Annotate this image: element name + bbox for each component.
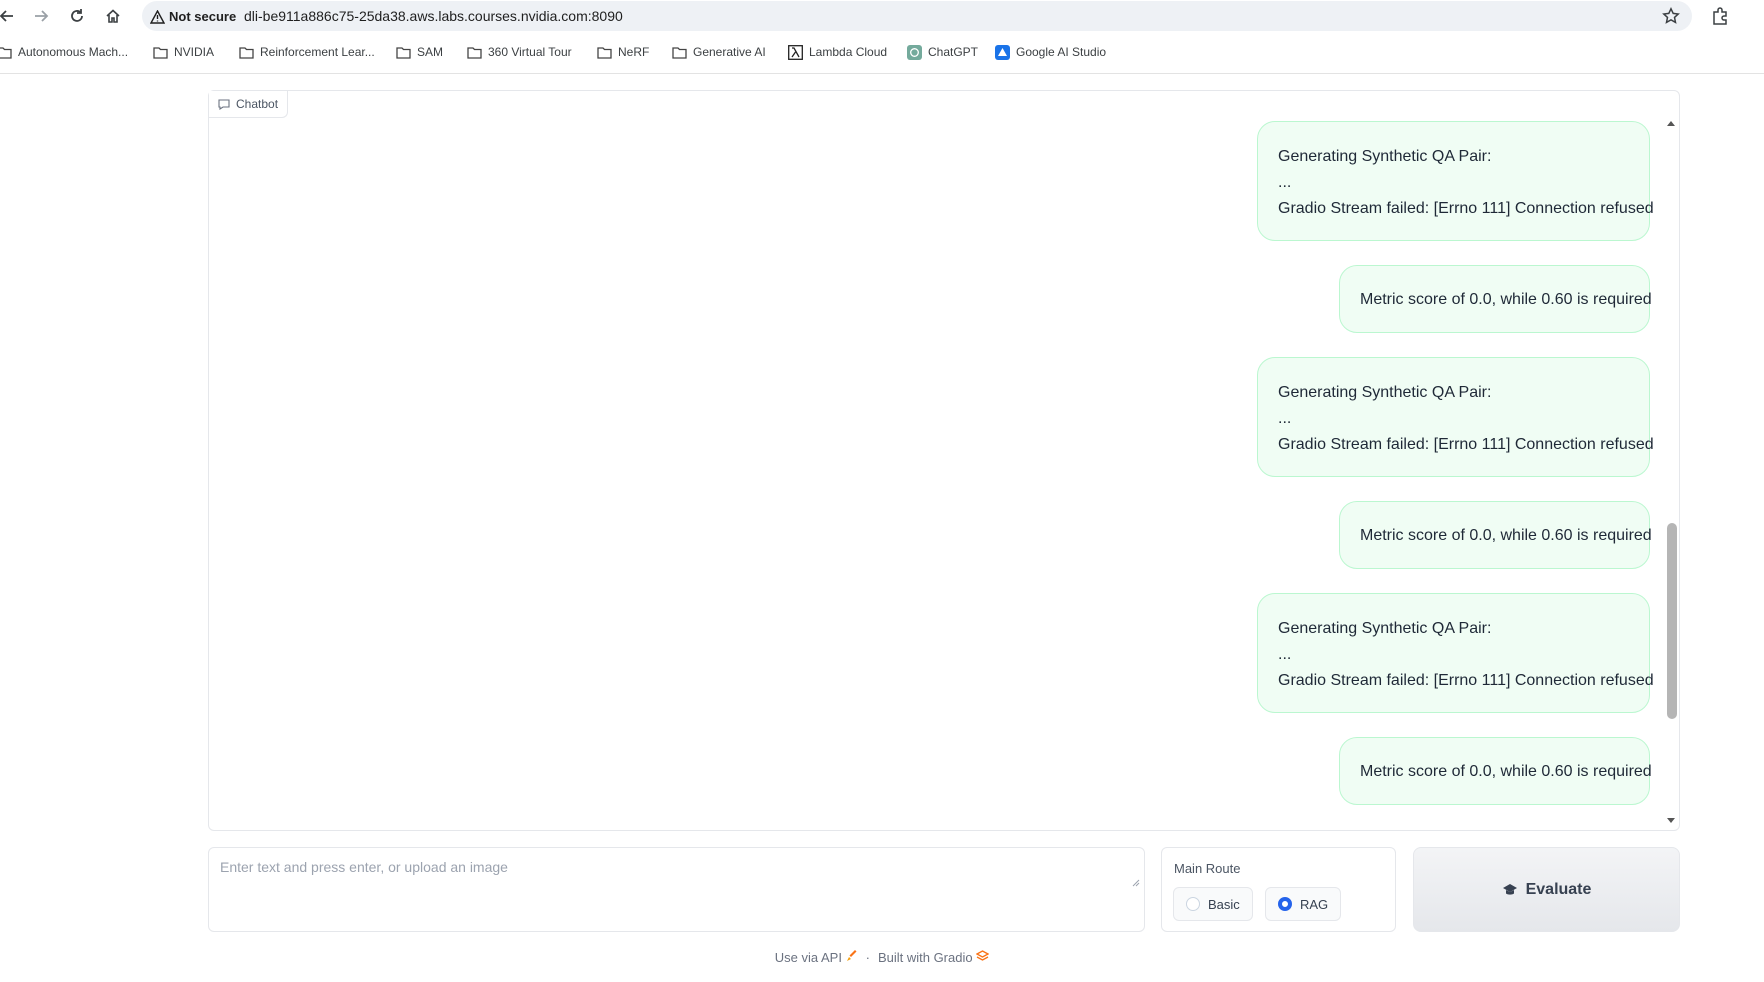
forward-arrow-icon[interactable]: [29, 4, 53, 28]
bookmark-nvidia[interactable]: NVIDIA: [153, 40, 214, 64]
bookmark-label: ChatGPT: [928, 45, 979, 59]
chat-message: Metric score of 0.0, while 0.60 is requi…: [1339, 265, 1652, 333]
bookmark-chatgpt[interactable]: ChatGPT: [907, 40, 978, 64]
warning-icon: [150, 9, 165, 24]
security-indicator[interactable]: Not secure: [150, 8, 236, 25]
folder-icon: [239, 46, 254, 59]
bookmark-label: Reinforcement Lear...: [260, 45, 375, 59]
message-line: Gradio Stream failed: [Errno 111] Connec…: [1278, 672, 1654, 689]
chat-message: Generating Synthetic QA Pair: ... Gradio…: [1257, 593, 1654, 713]
folder-icon: [597, 46, 612, 59]
message-input-container: [208, 847, 1145, 932]
bookmark-reinforcement-learning[interactable]: Reinforcement Lear...: [239, 40, 375, 64]
ai-studio-icon: [995, 44, 1010, 60]
scroll-down-arrow-icon[interactable]: [1667, 818, 1675, 823]
bookmark-label: Generative AI: [693, 45, 766, 59]
chat-message: Metric score of 0.0, while 0.60 is requi…: [1339, 501, 1652, 569]
chatbot-label: Chatbot: [209, 91, 289, 118]
resize-grip-icon[interactable]: [1132, 879, 1140, 887]
chat-message: Generating Synthetic QA Pair: ... Gradio…: [1257, 121, 1654, 241]
built-with-gradio-link[interactable]: Built with Gradio: [877, 950, 990, 965]
folder-icon: [672, 46, 687, 59]
main-route-title: Main Route: [1174, 861, 1241, 876]
bookmark-google-ai-studio[interactable]: Google AI Studio: [995, 40, 1106, 64]
bookmark-label: Google AI Studio: [1016, 45, 1107, 59]
footer-separator: ·: [865, 950, 870, 965]
extensions-icon[interactable]: [1708, 4, 1732, 28]
message-line: Generating Synthetic QA Pair:: [1278, 620, 1492, 637]
bookmark-label: Lambda Cloud: [809, 45, 888, 59]
radio-option-rag[interactable]: RAG: [1265, 887, 1342, 921]
bookmark-nerf[interactable]: NeRF: [597, 40, 649, 64]
chat-message: Metric score of 0.0, while 0.60 is requi…: [1339, 737, 1652, 805]
browser-toolbar: Not secure dli-be911a886c75-25da38.aws.l…: [0, 0, 1764, 32]
message-input[interactable]: [210, 849, 1141, 928]
rocket-icon: [846, 950, 857, 961]
security-label: Not secure: [169, 9, 237, 24]
chat-scrollbar[interactable]: [1665, 121, 1678, 825]
message-line: Gradio Stream failed: [Errno 111] Connec…: [1278, 436, 1654, 453]
built-with-gradio-label: Built with Gradio: [877, 950, 973, 965]
chat-bubble-icon: [218, 98, 230, 110]
chatbot-panel[interactable]: Chatbot Generating Synthetic QA Pair: ..…: [208, 90, 1680, 831]
chatgpt-icon: [907, 44, 922, 60]
bookmark-360-virtual-tour[interactable]: 360 Virtual Tour: [467, 40, 572, 64]
message-line: Metric score of 0.0, while 0.60 is requi…: [1360, 291, 1652, 308]
chat-message: Generating Synthetic QA Pair: ... Gradio…: [1257, 357, 1654, 477]
bookmark-star-icon[interactable]: [1659, 4, 1683, 28]
footer: Use via API · Built with Gradio: [0, 950, 1764, 965]
radio-label: Basic: [1208, 896, 1240, 912]
use-via-api-label: Use via API: [774, 950, 842, 965]
radio-checked-icon[interactable]: [1278, 897, 1292, 911]
message-line: ...: [1278, 174, 1292, 191]
reload-icon[interactable]: [65, 4, 89, 28]
message-line: Gradio Stream failed: [Errno 111] Connec…: [1278, 200, 1654, 217]
bookmarks-bar: Autonomous Mach... NVIDIA Reinforcement …: [0, 40, 1764, 64]
message-line: ...: [1278, 646, 1292, 663]
message-line: Generating Synthetic QA Pair:: [1278, 384, 1492, 401]
bookmark-label: SAM: [417, 45, 444, 59]
scroll-up-arrow-icon[interactable]: [1667, 121, 1675, 126]
gradio-logo-icon: [975, 950, 990, 961]
bookmark-lambda-cloud[interactable]: Lambda Cloud: [788, 40, 887, 64]
chrome-divider: [0, 73, 1764, 74]
evaluate-label: Evaluate: [1525, 880, 1592, 898]
evaluate-button[interactable]: Evaluate: [1413, 847, 1680, 932]
use-via-api-link[interactable]: Use via API: [775, 950, 858, 965]
bookmark-generative-ai[interactable]: Generative AI: [672, 40, 766, 64]
scroll-thumb[interactable]: [1667, 523, 1677, 719]
folder-icon: [153, 46, 168, 59]
bookmark-label: Autonomous Mach...: [18, 45, 129, 59]
radio-option-basic[interactable]: Basic: [1173, 887, 1253, 921]
radio-label: RAG: [1300, 896, 1329, 912]
bookmark-label: NeRF: [618, 45, 650, 59]
message-line: Generating Synthetic QA Pair:: [1278, 148, 1492, 165]
back-arrow-icon[interactable]: [0, 4, 19, 28]
main-route-group: Main Route Basic RAG: [1161, 847, 1396, 932]
folder-icon: [396, 46, 411, 59]
chatbot-label-text: Chatbot: [236, 97, 279, 111]
bookmark-label: NVIDIA: [174, 45, 215, 59]
bookmark-autonomous-machines[interactable]: Autonomous Mach...: [0, 40, 128, 64]
url-text[interactable]: dli-be911a886c75-25da38.aws.labs.courses…: [244, 8, 623, 24]
graduation-cap-icon: [1502, 883, 1517, 895]
folder-icon: [0, 46, 12, 59]
bookmark-label: 360 Virtual Tour: [488, 45, 572, 59]
radio-unchecked-icon[interactable]: [1186, 897, 1200, 911]
folder-icon: [467, 46, 482, 59]
bookmark-sam[interactable]: SAM: [396, 40, 443, 64]
message-line: Metric score of 0.0, while 0.60 is requi…: [1360, 763, 1652, 780]
message-line: ...: [1278, 410, 1292, 427]
message-line: Metric score of 0.0, while 0.60 is requi…: [1360, 527, 1652, 544]
home-icon[interactable]: [101, 4, 125, 28]
lambda-icon: [788, 44, 803, 60]
